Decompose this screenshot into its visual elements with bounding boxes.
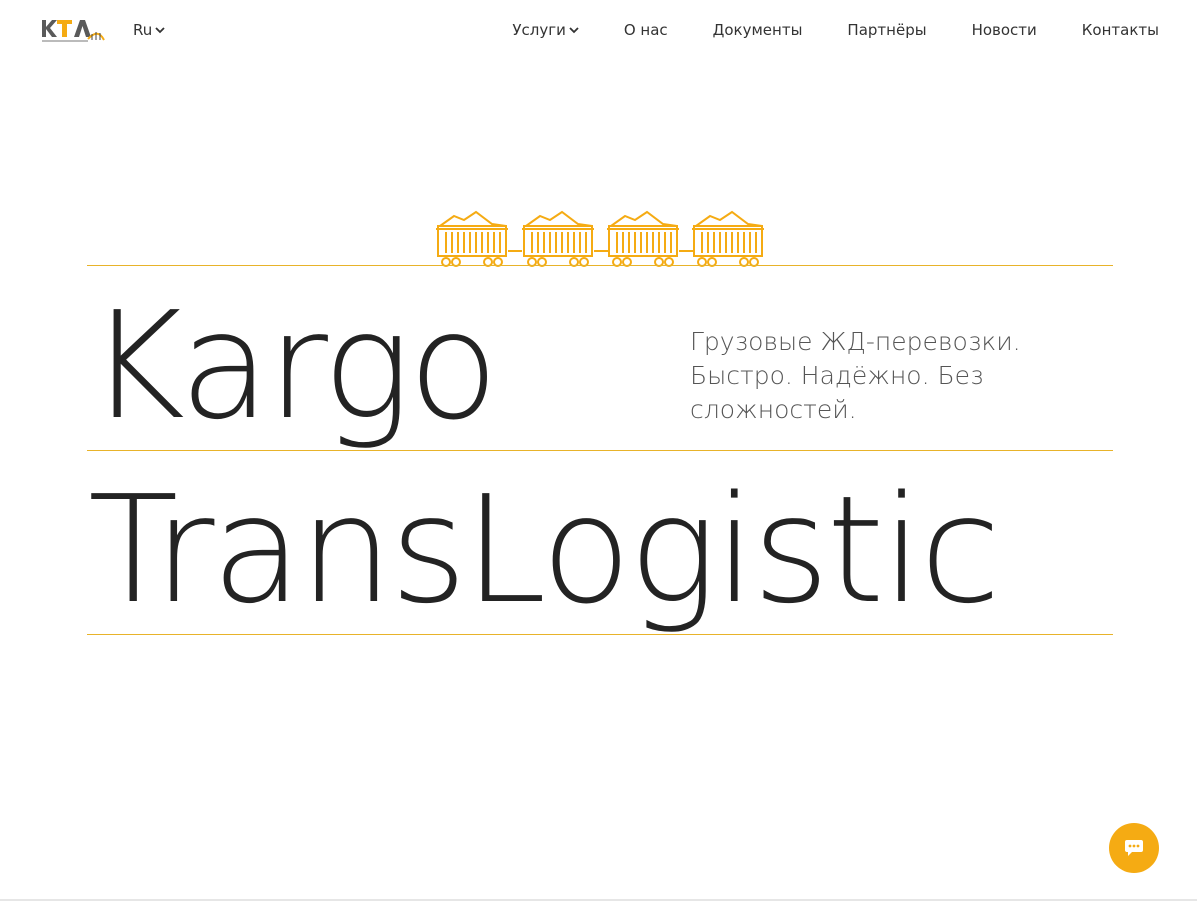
nav-item-label: Контакты xyxy=(1081,21,1159,39)
company-logo[interactable] xyxy=(40,16,106,46)
chat-bubble-icon xyxy=(1125,840,1143,856)
nav-item-contacts[interactable]: Контакты xyxy=(1082,21,1159,39)
nav-item-partners[interactable]: Партнёры xyxy=(847,21,926,39)
nav-item-label: О нас xyxy=(623,21,668,39)
nav-item-label: Услуги xyxy=(512,21,566,39)
freight-train-icon xyxy=(436,210,764,267)
nav-item-documents[interactable]: Документы xyxy=(713,21,803,39)
hero-title-line1: Kargo xyxy=(88,280,499,452)
hero-title-line2: TransLogistic xyxy=(88,464,1001,636)
hero-tagline: Грузовые ЖД-перевозки. Быстро. Надёжно. … xyxy=(690,327,1021,424)
chat-button[interactable] xyxy=(1109,823,1159,873)
language-switcher[interactable]: Ru xyxy=(133,21,165,39)
nav-item-label: Документы xyxy=(712,21,803,39)
nav-item-services[interactable]: Услуги xyxy=(512,21,579,39)
page: Ru Услуги О нас Документы Партнёры Новос… xyxy=(0,0,1197,901)
main-nav: Услуги О нас Документы Партнёры Новости … xyxy=(512,21,1159,39)
language-label: Ru xyxy=(133,21,153,39)
nav-item-label: Партнёры xyxy=(847,21,927,39)
chevron-down-icon xyxy=(569,27,579,34)
logo-icon xyxy=(42,20,105,42)
chevron-down-icon xyxy=(155,27,165,34)
nav-item-news[interactable]: Новости xyxy=(972,21,1037,39)
nav-item-about[interactable]: О нас xyxy=(624,21,668,39)
nav-item-label: Новости xyxy=(971,21,1037,39)
divider-top xyxy=(87,265,1113,266)
